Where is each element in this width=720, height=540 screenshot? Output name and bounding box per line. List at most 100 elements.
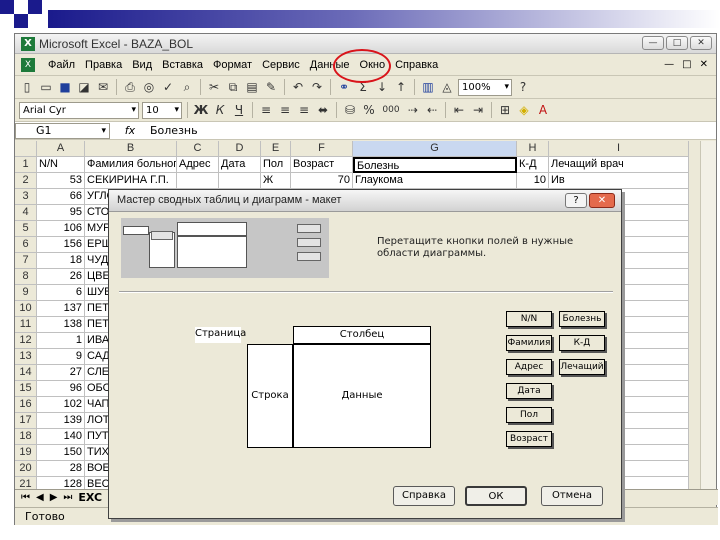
ok-button[interactable]: ОК bbox=[465, 486, 527, 506]
thousands-button[interactable]: 000 bbox=[380, 102, 402, 118]
print-icon[interactable]: ⎙ bbox=[122, 79, 138, 95]
row-header[interactable]: 11 bbox=[15, 317, 37, 333]
table-cell[interactable]: 10 bbox=[517, 173, 549, 189]
column-header[interactable]: C bbox=[177, 141, 219, 157]
row-header[interactable]: 5 bbox=[15, 221, 37, 237]
dialog-close-button[interactable]: ✕ bbox=[589, 193, 615, 208]
table-cell[interactable]: 26 bbox=[37, 269, 85, 285]
help-icon[interactable]: ? bbox=[515, 79, 531, 95]
drawing-icon[interactable]: ◬ bbox=[439, 79, 455, 95]
table-cell[interactable]: 106 bbox=[37, 221, 85, 237]
row-header[interactable]: 2 bbox=[15, 173, 37, 189]
sort-desc-icon[interactable]: ↑ bbox=[393, 79, 409, 95]
table-cell[interactable]: 53 bbox=[37, 173, 85, 189]
font-size-select[interactable]: 10 bbox=[142, 101, 182, 119]
table-cell[interactable]: Пол bbox=[261, 157, 291, 173]
doc-restore-button[interactable]: □ bbox=[682, 59, 691, 70]
table-cell[interactable]: К-Д bbox=[517, 157, 549, 173]
table-cell[interactable]: 102 bbox=[37, 397, 85, 413]
table-cell[interactable]: Адрес bbox=[177, 157, 219, 173]
row-header[interactable]: 1 bbox=[15, 157, 37, 173]
decrease-decimal-icon[interactable]: ⇠ bbox=[424, 102, 440, 118]
table-cell[interactable]: 1 bbox=[37, 333, 85, 349]
menu-help[interactable]: Справка bbox=[390, 59, 443, 71]
table-cell[interactable]: 96 bbox=[37, 381, 85, 397]
borders-icon[interactable]: ⊞ bbox=[497, 102, 513, 118]
permission-icon[interactable]: ◪ bbox=[76, 79, 92, 95]
menu-insert[interactable]: Вставка bbox=[157, 59, 208, 71]
row-header[interactable]: 10 bbox=[15, 301, 37, 317]
cancel-button[interactable]: Отмена bbox=[541, 486, 603, 506]
doc-minimize-button[interactable]: — bbox=[664, 59, 674, 70]
row-header[interactable]: 7 bbox=[15, 253, 37, 269]
table-cell[interactable]: 28 bbox=[37, 461, 85, 477]
row-header[interactable]: 9 bbox=[15, 285, 37, 301]
undo-icon[interactable]: ↶ bbox=[290, 79, 306, 95]
fx-icon[interactable]: fx bbox=[110, 124, 150, 137]
row-header[interactable]: 13 bbox=[15, 349, 37, 365]
table-cell[interactable]: 66 bbox=[37, 189, 85, 205]
table-cell[interactable]: 18 bbox=[37, 253, 85, 269]
row-area[interactable]: Строка bbox=[247, 344, 293, 448]
field-button-age[interactable]: Возраст bbox=[506, 431, 552, 447]
row-header[interactable]: 17 bbox=[15, 413, 37, 429]
column-header[interactable]: B bbox=[85, 141, 177, 157]
table-cell[interactable]: 70 bbox=[291, 173, 353, 189]
field-button-doctor[interactable]: Лечащий bbox=[559, 359, 605, 375]
indent-icon[interactable]: ⇥ bbox=[470, 102, 486, 118]
table-cell[interactable]: Болезнь bbox=[353, 157, 517, 173]
next-sheet-icon[interactable]: ▶ bbox=[50, 492, 58, 503]
table-cell[interactable]: СЕКИРИНА Г.П. bbox=[85, 173, 177, 189]
field-button-date[interactable]: Дата bbox=[506, 383, 552, 399]
help-button[interactable]: Справка bbox=[393, 486, 455, 506]
column-header[interactable]: I bbox=[549, 141, 689, 157]
row-header[interactable]: 4 bbox=[15, 205, 37, 221]
table-cell[interactable]: 6 bbox=[37, 285, 85, 301]
table-cell[interactable]: Глаукома bbox=[353, 173, 517, 189]
chart-wizard-icon[interactable]: ▥ bbox=[420, 79, 436, 95]
table-cell[interactable]: 137 bbox=[37, 301, 85, 317]
column-area[interactable]: Столбец bbox=[293, 326, 431, 344]
row-header[interactable]: 14 bbox=[15, 365, 37, 381]
row-header[interactable]: 19 bbox=[15, 445, 37, 461]
spelling-icon[interactable]: ✓ bbox=[160, 79, 176, 95]
data-area[interactable]: Данные bbox=[293, 344, 431, 448]
research-icon[interactable]: ⌕ bbox=[179, 79, 195, 95]
fill-color-icon[interactable]: ◈ bbox=[516, 102, 532, 118]
workbook-icon[interactable]: X bbox=[21, 57, 35, 72]
bold-button[interactable]: Ж bbox=[193, 102, 209, 118]
row-header[interactable]: 12 bbox=[15, 333, 37, 349]
currency-icon[interactable]: ⛁ bbox=[342, 102, 358, 118]
table-cell[interactable]: Ив bbox=[549, 173, 689, 189]
percent-button[interactable]: % bbox=[361, 102, 377, 118]
row-header[interactable]: 20 bbox=[15, 461, 37, 477]
field-button-surname[interactable]: Фамилия bbox=[506, 335, 552, 351]
row-header[interactable]: 15 bbox=[15, 381, 37, 397]
table-cell[interactable]: Дата bbox=[219, 157, 261, 173]
table-cell[interactable]: 138 bbox=[37, 317, 85, 333]
sheet-tab[interactable]: EXC bbox=[78, 491, 102, 504]
close-button[interactable]: ✕ bbox=[690, 36, 712, 50]
preview-icon[interactable]: ◎ bbox=[141, 79, 157, 95]
column-header[interactable]: G bbox=[353, 141, 517, 157]
table-cell[interactable]: 150 bbox=[37, 445, 85, 461]
sort-asc-icon[interactable]: ↓ bbox=[374, 79, 390, 95]
table-cell[interactable]: 140 bbox=[37, 429, 85, 445]
increase-decimal-icon[interactable]: ⇢ bbox=[405, 102, 421, 118]
formula-input[interactable]: Болезнь bbox=[150, 124, 198, 137]
align-center-icon[interactable]: ≡ bbox=[277, 102, 293, 118]
column-header[interactable]: F bbox=[291, 141, 353, 157]
menu-tools[interactable]: Сервис bbox=[257, 59, 305, 71]
row-header[interactable]: 16 bbox=[15, 397, 37, 413]
field-button-sex[interactable]: Пол bbox=[506, 407, 552, 423]
mail-icon[interactable]: ✉ bbox=[95, 79, 111, 95]
menu-format[interactable]: Формат bbox=[208, 59, 257, 71]
row-header[interactable]: 8 bbox=[15, 269, 37, 285]
column-header[interactable]: A bbox=[37, 141, 85, 157]
table-cell[interactable]: Лечащий врач bbox=[549, 157, 689, 173]
table-cell[interactable]: 27 bbox=[37, 365, 85, 381]
field-button-disease[interactable]: Болезнь bbox=[559, 311, 605, 327]
table-cell[interactable]: 95 bbox=[37, 205, 85, 221]
doc-close-button[interactable]: ✕ bbox=[700, 59, 708, 70]
align-right-icon[interactable]: ≡ bbox=[296, 102, 312, 118]
